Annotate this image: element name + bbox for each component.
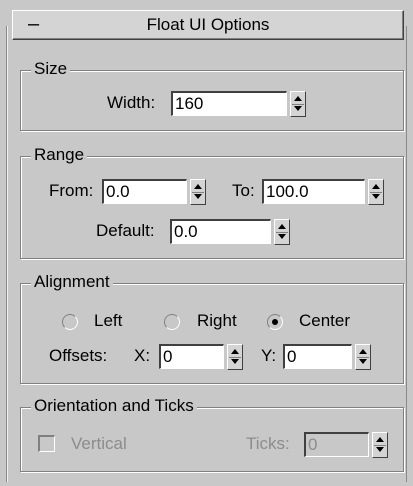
offset-y-label: Y: (261, 346, 277, 365)
spinner-up-icon[interactable] (294, 96, 302, 101)
to-label: To: (232, 181, 255, 200)
spinner-up-icon[interactable] (359, 349, 367, 354)
orientation-legend: Orientation and Ticks (31, 396, 197, 416)
offset-x-label: X: (134, 346, 151, 365)
default-spinner-arrows[interactable] (274, 219, 290, 245)
size-group: Size Width: 160 (20, 59, 404, 131)
size-legend: Size (31, 59, 71, 79)
default-label: Default: (96, 221, 155, 240)
range-legend: Range (31, 145, 88, 165)
orientation-group: Orientation and Ticks Vertical Ticks: 0 (20, 396, 404, 472)
spinner-up-icon[interactable] (278, 224, 286, 229)
spinner-divider (370, 192, 382, 193)
range-group: Range From: 0.0 To: 100.0 Default: 0.0 (20, 145, 404, 259)
from-label: From: (49, 181, 94, 200)
spinner-down-icon[interactable] (294, 106, 302, 111)
offset-x-input[interactable]: 0 (159, 344, 224, 369)
ticks-label: Ticks: (246, 434, 290, 453)
radio-left-label[interactable]: Left (94, 311, 122, 331)
default-spinner[interactable]: 0.0 (170, 219, 292, 245)
from-input[interactable]: 0.0 (102, 179, 187, 204)
spinner-up-icon[interactable] (376, 437, 384, 442)
alignment-group: Alignment Left Right Center Offsets: X: … (20, 272, 404, 384)
width-spinner[interactable]: 160 (171, 91, 307, 117)
vertical-label[interactable]: Vertical (71, 434, 127, 454)
default-input[interactable]: 0.0 (170, 219, 271, 244)
rollout-frame-left-highlight (7, 26, 8, 482)
from-spinner[interactable]: 0.0 (102, 179, 208, 205)
width-input[interactable]: 160 (171, 91, 287, 116)
vertical-checkbox[interactable] (38, 435, 55, 452)
rollout-frame-right (406, 26, 407, 482)
rollout-header[interactable]: – Float UI Options (12, 10, 404, 40)
radio-selected-dot (272, 319, 278, 325)
spinner-up-icon[interactable] (194, 184, 202, 189)
ticks-spinner[interactable]: 0 (304, 432, 390, 458)
spinner-down-icon[interactable] (194, 194, 202, 199)
spinner-down-icon[interactable] (359, 359, 367, 364)
spinner-down-icon[interactable] (231, 359, 239, 364)
alignment-legend: Alignment (31, 272, 113, 292)
radio-center[interactable] (267, 314, 283, 330)
to-spinner[interactable]: 100.0 (262, 179, 386, 205)
spinner-down-icon[interactable] (278, 234, 286, 239)
radio-left[interactable] (62, 314, 78, 330)
radio-right-label[interactable]: Right (197, 311, 237, 331)
ticks-spinner-arrows[interactable] (372, 432, 388, 458)
offset-y-input[interactable]: 0 (283, 344, 352, 369)
width-label: Width: (107, 93, 156, 112)
spinner-down-icon[interactable] (372, 194, 380, 199)
ticks-input[interactable]: 0 (304, 432, 369, 457)
radio-right[interactable] (164, 314, 180, 330)
spinner-divider (276, 232, 288, 233)
spinner-down-icon[interactable] (376, 447, 384, 452)
spinner-divider (292, 104, 304, 105)
to-spinner-arrows[interactable] (368, 179, 384, 205)
spinner-divider (192, 192, 204, 193)
offset-x-spinner[interactable]: 0 (159, 344, 245, 370)
rollout-title: Float UI Options (146, 15, 270, 34)
offset-y-spinner-arrows[interactable] (355, 344, 371, 370)
radio-center-label[interactable]: Center (299, 311, 350, 331)
spinner-up-icon[interactable] (231, 349, 239, 354)
spinner-up-icon[interactable] (372, 184, 380, 189)
offset-y-spinner[interactable]: 0 (283, 344, 373, 370)
spinner-divider (374, 445, 386, 446)
offsets-label: Offsets: (49, 346, 108, 365)
spinner-divider (357, 357, 369, 358)
width-spinner-arrows[interactable] (290, 91, 306, 117)
spinner-divider (229, 357, 241, 358)
offset-x-spinner-arrows[interactable] (227, 344, 243, 370)
to-input[interactable]: 100.0 (262, 179, 365, 204)
from-spinner-arrows[interactable] (190, 179, 206, 205)
